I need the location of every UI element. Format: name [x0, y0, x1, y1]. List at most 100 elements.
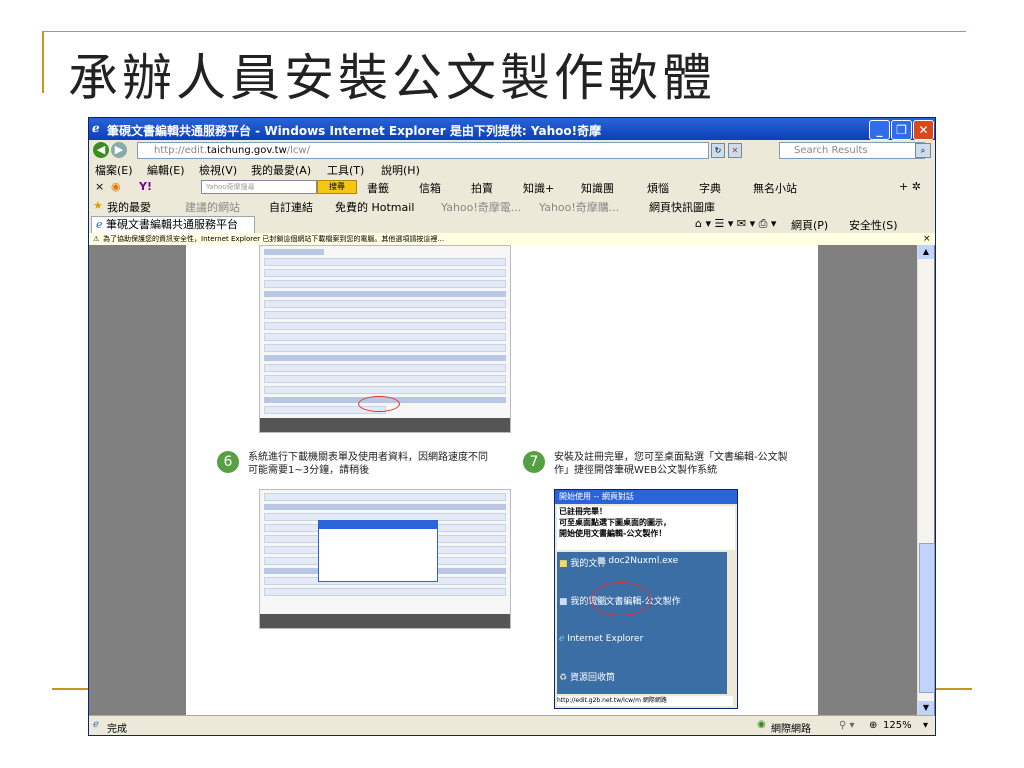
desktop-icon-doc2nuxml: ■ doc2Nuxml.exe: [597, 556, 679, 566]
yahoo-search-placeholder: Yahoo奇摩搜尋: [206, 183, 255, 191]
slide-top-rule: [42, 31, 966, 32]
toolbar-close-icon[interactable]: ×: [95, 180, 104, 193]
favorites-star-icon: ★: [93, 199, 103, 212]
back-icon[interactable]: ◀: [93, 142, 109, 158]
toolbar-mail[interactable]: 信箱: [419, 180, 441, 196]
toolbar-knowledge-group[interactable]: 知識團: [581, 180, 614, 196]
content-area: 6 系統進行下載機關表單及使用者資料，因網路速度不同可能需要1~3分鐘，請稍後 …: [89, 245, 935, 715]
search-go-icon[interactable]: ⌕: [915, 143, 931, 158]
toolbar-worries[interactable]: 煩惱: [647, 180, 669, 196]
forward-icon[interactable]: ▶: [111, 142, 127, 158]
window-title: 筆硯文書編輯共通服務平台 - Windows Internet Explorer…: [107, 124, 602, 138]
address-prefix: http://edit.: [154, 145, 208, 156]
doc-editor-highlight-oval: [591, 582, 651, 616]
address-domain: taichung.gov.tw: [207, 145, 287, 156]
menu-bar: 檔案(E) 編輯(E) 檢視(V) 我的最愛(A) 工具(T) 說明(H): [89, 160, 935, 177]
fav-yahoo-shopping[interactable]: Yahoo!奇摩購...: [539, 199, 619, 215]
title-bar: ℯ 筆硯文書編輯共通服務平台 - Windows Internet Explor…: [89, 118, 935, 140]
zoom-dropdown-icon[interactable]: ▾: [923, 720, 928, 731]
dialog-msg-line-1: 已註冊完畢！: [559, 507, 607, 516]
scroll-up-icon[interactable]: ▲: [918, 245, 934, 259]
top-form-screenshot: [259, 245, 511, 433]
status-protected-icon[interactable]: ⚲ ▾: [839, 720, 855, 731]
form-footer: [260, 418, 510, 432]
step-7-dialog-title: 開始使用 -- 網頁對話: [555, 490, 737, 504]
fav-suggested-sites[interactable]: 建議的網站: [185, 199, 240, 215]
minimize-button[interactable]: _: [869, 120, 890, 140]
status-zone: 網際網路: [771, 724, 811, 735]
information-bar[interactable]: ⚠ 為了協助保護您的資訊安全性，Internet Explorer 已封鎖這個網…: [89, 233, 935, 245]
tab-row: ℯ 筆硯文書編輯共通服務平台 ⌂ ▾ ☰ ▾ ✉ ▾ ⎙ ▾ 網頁(P) 安全性…: [89, 215, 935, 234]
favorites-bar: ★ 我的最愛 建議的網站 自訂連結 免費的 Hotmail Yahoo!奇摩電.…: [89, 196, 935, 215]
fav-web-slice-gallery[interactable]: 網頁快訊圖庫: [649, 199, 715, 215]
menu-favorites[interactable]: 我的最愛(A): [251, 162, 311, 178]
tab-current[interactable]: ℯ 筆硯文書編輯共通服務平台: [91, 216, 255, 234]
browser-window: ℯ 筆硯文書編輯共通服務平台 - Windows Internet Explor…: [88, 117, 936, 736]
zoom-icon[interactable]: ⊕: [869, 720, 877, 731]
command-safety-menu[interactable]: 安全性(S): [849, 217, 898, 233]
status-text: 完成: [107, 724, 127, 735]
menu-help[interactable]: 說明(H): [381, 162, 420, 178]
yahoo-search-input[interactable]: Yahoo奇摩搜尋: [201, 180, 317, 194]
step-6-badge: 6: [217, 451, 239, 473]
menu-file[interactable]: 檔案(E): [95, 162, 133, 178]
web-page: 6 系統進行下載機關表單及使用者資料，因網路速度不同可能需要1~3分鐘，請稍後 …: [186, 245, 818, 715]
yahoo-logo-icon[interactable]: ◉: [111, 180, 121, 193]
close-button[interactable]: ✕: [913, 120, 934, 140]
toolbar-knowledge[interactable]: 知識+: [523, 180, 554, 196]
download-dialog: [318, 520, 438, 582]
toolbar-auction[interactable]: 拍賣: [471, 180, 493, 196]
menu-tools[interactable]: 工具(T): [327, 162, 364, 178]
status-page-icon: ℯ: [93, 719, 99, 730]
vertical-scrollbar[interactable]: ▲ ▼: [917, 245, 935, 715]
status-zoom[interactable]: 125%: [883, 720, 912, 731]
home-icon[interactable]: ⌂ ▾ ☰ ▾ ✉ ▾ ⎙ ▾: [695, 217, 776, 231]
slide-left-rule: [42, 31, 44, 93]
step-7-text: 安裝及註冊完畢，您可至桌面點選「文書編輯-公文製作」捷徑開啓筆硯WEB公文製作系…: [554, 452, 788, 476]
yahoo-toolbar: × ◉ Y! Yahoo奇摩搜尋 搜尋 書籤 信箱 拍賣 知識+ 知識團 煩惱 …: [89, 177, 935, 196]
menu-edit[interactable]: 編輯(E): [147, 162, 185, 178]
info-bar-text: 為了協助保護您的資訊安全性，Internet Explorer 已封鎖這個網站下…: [103, 235, 445, 243]
internet-zone-icon: ◉: [757, 719, 766, 730]
step-7-badge: 7: [523, 451, 545, 473]
command-page-menu[interactable]: 網頁(P): [791, 217, 828, 233]
toolbar-add-icon[interactable]: + ✲: [899, 180, 921, 193]
tab-page-icon: ℯ: [96, 218, 107, 231]
tab-label: 筆硯文書編輯共通服務平台: [106, 218, 239, 231]
search-placeholder: Search Results: [794, 145, 868, 156]
scroll-thumb[interactable]: [919, 543, 935, 693]
maximize-button[interactable]: ❐: [891, 120, 912, 140]
desktop-icon-ie: ℯ Internet Explorer: [559, 634, 644, 644]
dialog-msg-line-2: 可至桌面點選下圖桌面的圖示，: [559, 518, 671, 527]
step-6-text: 系統進行下載機關表單及使用者資料，因網路速度不同可能需要1~3分鐘，請稍後: [248, 452, 488, 476]
address-suffix: /lcw/: [286, 145, 310, 156]
toolbar-dictionary[interactable]: 字典: [699, 180, 721, 196]
ie-logo-icon: ℯ: [92, 121, 100, 135]
step-6-screenshot: [259, 489, 511, 629]
yahoo-y-icon[interactable]: Y!: [139, 180, 152, 193]
menu-view[interactable]: 檢視(V): [199, 162, 237, 178]
refresh-icon[interactable]: ↻: [711, 143, 725, 158]
highlight-oval: [358, 396, 400, 412]
step-7-dialog-footer: http://edit.g2b.net.tw/lcw/m 網際網路: [557, 696, 733, 706]
fav-custom-links[interactable]: 自訂連結: [269, 199, 313, 215]
desktop-preview: ■ 我的文件 ■ doc2Nuxml.exe ■ 我的電腦 ✎ 文書編輯-公文製…: [557, 552, 727, 694]
search-input[interactable]: Search Results: [779, 142, 925, 159]
desktop-icon-recycle-bin: ♻ 資源回收筒: [559, 673, 615, 683]
slide-title: 承辦人員安裝公文製作軟體: [68, 49, 716, 107]
toolbar-bookmark[interactable]: 書籤: [367, 180, 389, 196]
toolbar-wretch[interactable]: 無名小站: [753, 180, 797, 196]
address-row: ◀ ▶ http://edit.taichung.gov.tw/lcw/ ↻ ✕…: [89, 140, 935, 160]
step-7-dialog-message: 已註冊完畢！ 可至桌面點選下圖桌面的圖示， 開始使用文書編輯-公文製作！: [557, 506, 735, 550]
info-bar-close-icon[interactable]: ×: [923, 233, 931, 245]
fav-free-hotmail[interactable]: 免費的 Hotmail: [335, 199, 414, 215]
stop-icon[interactable]: ✕: [728, 143, 742, 158]
address-input[interactable]: http://edit.taichung.gov.tw/lcw/: [137, 142, 709, 159]
yahoo-search-button[interactable]: 搜尋: [317, 180, 357, 194]
scroll-down-icon[interactable]: ▼: [918, 701, 934, 715]
favorites-label[interactable]: 我的最愛: [107, 199, 151, 215]
step-6-footer: [260, 614, 510, 628]
info-shield-icon: ⚠: [93, 235, 100, 243]
step-7-dialog: 開始使用 -- 網頁對話 已註冊完畢！ 可至桌面點選下圖桌面的圖示， 開始使用文…: [554, 489, 738, 709]
fav-yahoo-tv[interactable]: Yahoo!奇摩電...: [441, 199, 521, 215]
